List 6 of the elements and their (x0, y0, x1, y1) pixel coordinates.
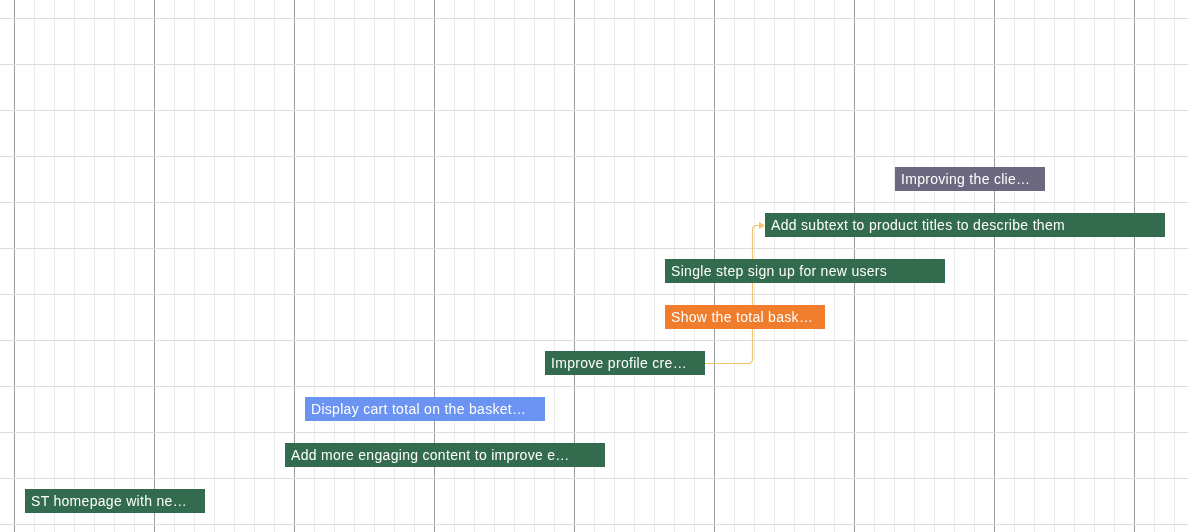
task-bar[interactable]: ST homepage with ne… (25, 489, 205, 513)
task-bar[interactable]: Improving the clie… (895, 167, 1045, 191)
task-bar[interactable]: Single step sign up for new users (665, 259, 945, 283)
task-bar[interactable]: Improve profile cre… (545, 351, 705, 375)
task-bar[interactable]: Add subtext to product titles to describe them (765, 213, 1165, 237)
task-bar[interactable]: Add more engaging content to improve e… (285, 443, 605, 467)
